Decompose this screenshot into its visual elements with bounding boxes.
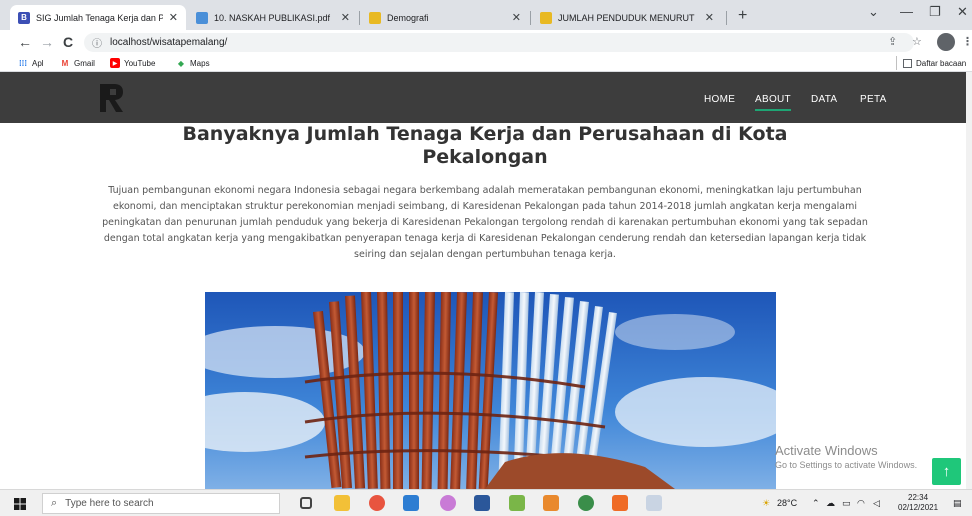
nav-peta[interactable]: PETA [860,94,887,105]
maps-pin-icon: ◆ [177,58,185,68]
file-explorer-icon[interactable] [334,495,350,511]
cloud-icon[interactable]: ☁ [826,498,835,509]
bookmark-label: Apl [32,58,44,68]
volume-icon[interactable]: ◁ [873,498,880,509]
tab-close-icon[interactable]: ✕ [341,11,350,24]
web-page-icon [540,11,552,24]
bookmark-youtube[interactable]: ▶ YouTube [110,58,155,68]
bookmark-gmail[interactable]: M Gmail [60,58,95,68]
site-logo[interactable] [99,82,125,114]
share-icon[interactable]: ⇪ [888,35,897,48]
photos-app-icon[interactable] [403,495,419,511]
tab-demografi[interactable]: Demografi ✕ [361,5,529,30]
weather-temperature[interactable]: 28°C [777,498,797,508]
bookmark-label: Gmail [74,58,95,68]
page-title: Banyaknya Jumlah Tenaga Kerja dan Perusa… [182,123,788,168]
site-navbar: HOME ABOUT DATA PETA [0,72,972,123]
new-tab-button[interactable]: + [738,7,747,25]
nav-home[interactable]: HOME [704,94,735,105]
chrome-icon[interactable] [369,495,385,511]
about-section: Banyaknya Jumlah Tenaga Kerja dan Perusa… [0,123,972,489]
paint-app-icon[interactable] [440,495,456,511]
notes-app-icon[interactable] [509,495,525,511]
site-info-icon[interactable]: ⓘ [92,35,102,50]
address-bar-row: ← → C ⓘ ⇪ ☆ ⋮ [0,30,972,55]
page-scrollbar[interactable] [966,72,972,489]
word-app-icon[interactable] [474,495,490,511]
gmail-icon: M [61,58,69,68]
arrow-up-icon: ↑ [942,463,951,480]
minimize-icon[interactable]: — [900,4,913,19]
bookmark-apps[interactable]: ⁞⁞⁞ Apl [18,58,44,68]
reload-icon[interactable]: C [63,34,73,50]
tab-title: Demografi [387,12,429,23]
scroll-to-top-button[interactable]: ↑ [932,458,961,485]
reading-list-label: Daftar bacaan [916,58,967,68]
bookmark-star-icon[interactable]: ☆ [912,35,922,48]
bookmarks-bar: ⁞⁞⁞ Apl M Gmail ▶ YouTube ◆ Maps Daftar … [0,55,972,72]
tab-divider [530,11,531,25]
weather-icon[interactable]: ☀ [762,498,770,509]
apps-grid-icon: ⁞⁞⁞ [19,58,27,68]
site-b-icon: B [18,11,30,24]
tab-title: JUMLAH PENDUDUK MENURUT [558,12,695,23]
youtube-icon: ▶ [110,58,120,68]
search-icon: ⌕ [51,497,58,509]
activate-windows-subtitle: Go to Settings to activate Windows. [775,460,918,470]
tab-sig-jumlah[interactable]: B SIG Jumlah Tenaga Kerja dan Per ✕ [10,5,186,30]
close-window-icon[interactable]: ✕ [957,4,968,20]
windows-start-icon[interactable] [14,498,26,510]
tab-title: SIG Jumlah Tenaga Kerja dan Per [36,12,163,23]
tab-close-icon[interactable]: ✕ [705,11,714,24]
sublime-app-icon[interactable] [612,495,628,511]
tab-naskah-publikasi[interactable]: 10. NASKAH PUBLIKASI.pdf ✕ [188,5,358,30]
profile-avatar[interactable] [937,33,955,51]
clock-time: 22:34 [908,493,929,502]
nav-data[interactable]: DATA [811,94,837,105]
taskbar-search[interactable]: ⌕ Type here to search [42,493,280,514]
bookmark-maps[interactable]: ◆ Maps [176,58,210,68]
task-view-icon[interactable] [300,497,312,509]
notification-icon[interactable]: ▤ [953,498,962,509]
bookmark-label: YouTube [124,58,156,68]
url-input[interactable] [110,37,610,48]
nav-about[interactable]: ABOUT [755,94,791,111]
maximize-icon[interactable]: ❐ [929,4,941,20]
browser-tabstrip: B SIG Jumlah Tenaga Kerja dan Per ✕ 10. … [0,0,972,30]
tray-chevron-icon[interactable]: ⌃ [812,498,820,509]
tab-close-icon[interactable]: ✕ [169,11,178,24]
forward-arrow-icon[interactable]: → [40,34,54,50]
tab-divider [359,11,360,25]
chrome-active-icon[interactable] [578,495,594,511]
pdf-file-icon [196,11,208,24]
reading-list-button[interactable]: Daftar bacaan [896,56,966,70]
web-page-icon [369,11,381,24]
tab-jumlah-penduduk[interactable]: JUMLAH PENDUDUK MENURUT ✕ [532,5,722,30]
activate-windows-title: Activate Windows [775,443,878,458]
bookmark-label: Maps [190,58,210,68]
tab-search-icon[interactable]: ⌄ [868,4,879,20]
tab-title: 10. NASKAH PUBLIKASI.pdf [214,12,331,23]
paint-brush-icon[interactable] [646,495,662,511]
wifi-icon[interactable]: ◠ [857,498,865,509]
clock-date: 02/12/2021 [898,503,939,512]
windows-taskbar: ⌕ Type here to search ☀ 28°C ⌃ ☁ ▭ ◠ ◁ 2… [0,489,972,516]
reading-list-icon [903,58,912,68]
hero-photo-monument [205,292,776,489]
taskbar-search-placeholder: Type here to search [65,498,154,509]
back-arrow-icon[interactable]: ← [18,34,32,50]
omnibox[interactable]: ⓘ [84,33,914,52]
taskbar-clock[interactable]: 22:34 02/12/2021 [898,493,938,513]
about-paragraph: Tujuan pembangunan ekonomi negara Indone… [102,185,868,260]
tab-divider [726,11,727,25]
tab-close-icon[interactable]: ✕ [512,11,521,24]
office-app-icon[interactable] [543,495,559,511]
network-icon[interactable]: ▭ [842,498,851,509]
browser-menu-icon[interactable]: ⋮ [962,35,972,48]
